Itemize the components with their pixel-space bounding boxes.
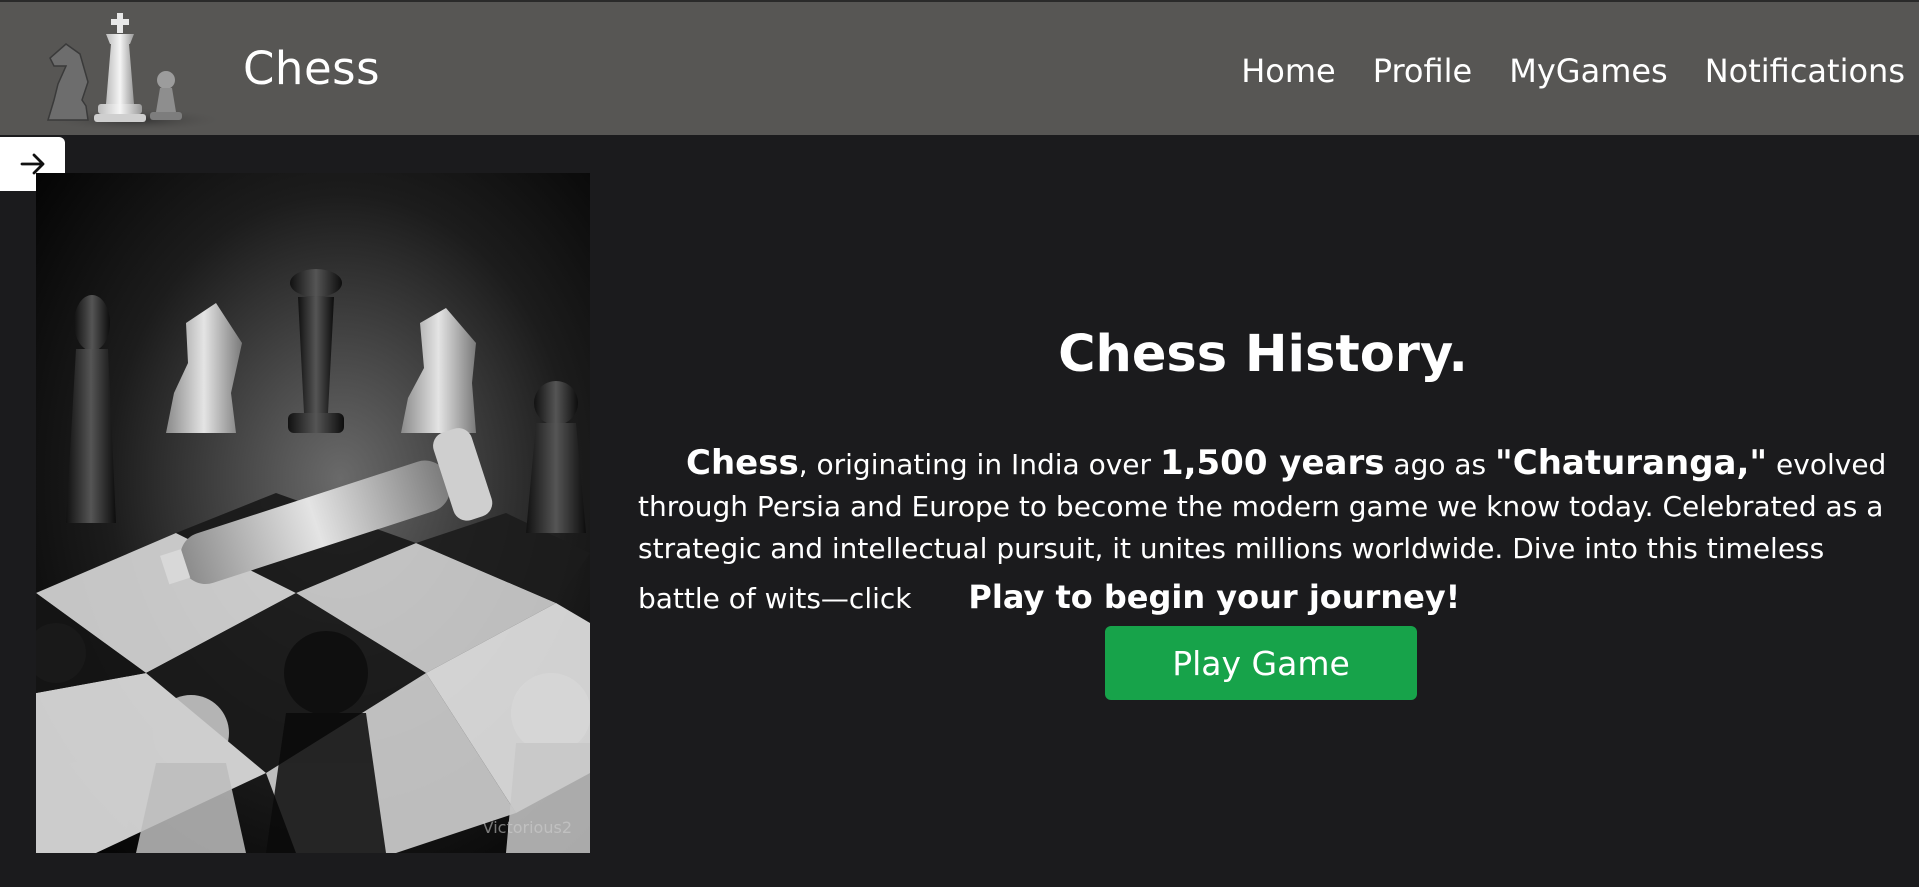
chess-hero-image: Victorious2 [36, 173, 590, 853]
nav-home[interactable]: Home [1241, 52, 1336, 90]
nav-notifications[interactable]: Notifications [1705, 52, 1905, 90]
brand-title[interactable]: Chess [243, 42, 380, 95]
highlight-years: 1,500 years [1159, 443, 1385, 483]
page-title: Chess History. [1058, 325, 1468, 384]
call-to-action-text: Play to begin your journey! [968, 578, 1461, 616]
history-text-1: , originating in India over [798, 448, 1160, 481]
chess-board-photo [36, 173, 590, 853]
main-nav: Home Profile MyGames Notifications [1241, 52, 1905, 90]
image-watermark: Victorious2 [482, 818, 572, 837]
history-paragraph: Chess, originating in India over 1,500 y… [638, 442, 1888, 620]
nav-mygames[interactable]: MyGames [1509, 52, 1667, 90]
highlight-chaturanga: "Chaturanga," [1495, 443, 1768, 483]
nav-profile[interactable]: Profile [1373, 52, 1473, 90]
chess-history-section: Chess History. Chess, originating in Ind… [638, 325, 1888, 620]
history-text-2: ago as [1384, 448, 1496, 481]
top-navbar: Chess Home Profile MyGames Notifications [0, 2, 1919, 135]
highlight-chess: Chess [686, 443, 799, 483]
chess-pieces-logo [46, 13, 226, 132]
play-game-button[interactable]: Play Game [1105, 626, 1417, 700]
